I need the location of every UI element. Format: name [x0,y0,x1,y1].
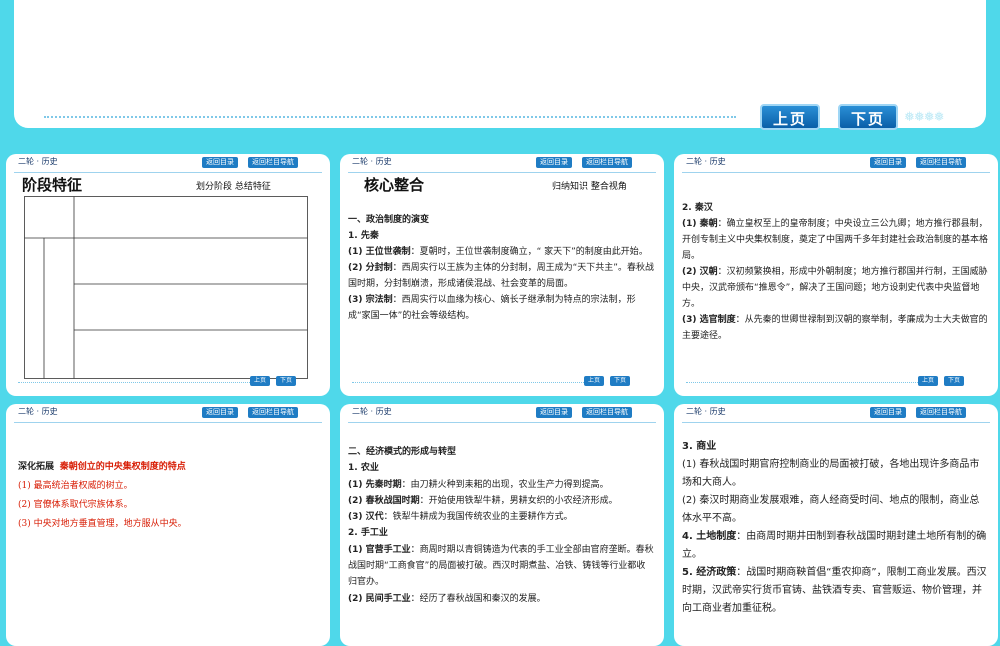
text-line: 3. 商业 [682,441,717,452]
text-line: (2) 民间手工业：经历了春秋战国和秦汉的发展。 [348,593,546,604]
text-line: (2) 分封制：西周实行以王族为主体的分封制，周王成为“天下共主”。春秋战国时期… [348,263,654,289]
mini-prev-button[interactable]: 上页 [918,376,938,386]
breadcrumb: 二轮 · 历史 [18,157,58,166]
back-to-contents-button[interactable]: 返回目录 [870,157,906,168]
text-line: (1) 春秋战国时期官府控制商业的局面被打破，各地出现许多商品市场和大商人。 [682,459,980,488]
mini-prev-button[interactable]: 上页 [584,376,604,386]
snowflake-icon: ❅❅❅❅ [904,110,945,125]
slide-economy: 二轮 · 历史 返回目录 返回栏目导航 二、经济模式的形成与转型 1. 农业 (… [340,404,664,646]
slide-qin-han: 二轮 · 历史 返回目录 返回栏目导航 2. 秦汉 (1) 秦朝：确立皇权至上的… [674,154,998,396]
text-line: 二、经济模式的形成与转型 [348,447,457,457]
text-line: 5. 经济政策：战国时期商鞅首倡“重农抑商”，限制工商业发展。西汉时期，汉武帝实… [682,567,987,614]
text-line: 深化拓展 秦朝创立的中央集权制度的特点 [18,462,186,472]
next-page-button[interactable]: 下页 [838,104,898,130]
back-to-contents-button[interactable]: 返回目录 [870,407,906,418]
slide-title: 核心整合 [364,176,425,194]
text-line: (1) 最高统治者权威的树立。 [18,481,133,491]
breadcrumb: 二轮 · 历史 [18,407,58,416]
text-line: 1. 农业 [348,463,379,474]
slide-deepen-extension: 二轮 · 历史 返回目录 返回栏目导航 深化拓展 秦朝创立的中央集权制度的特点 … [6,404,330,646]
slide-subtitle: 划分阶段 总结特征 [196,182,271,192]
back-to-contents-button[interactable]: 返回目录 [202,407,238,418]
slide-body: 2. 秦汉 (1) 秦朝：确立皇权至上的皇帝制度；中央设立三公九卿；地方推行郡县… [682,200,988,344]
text-line: (1) 先秦时期：由刀耕火种到耒耜的出现，农业生产力得到提高。 [348,479,609,490]
text-line: 1. 先秦 [348,231,379,241]
text-line: (1) 官营手工业：商周时期以青铜铸造为代表的手工业全部由官府垄断。春秋战国时期… [348,544,654,588]
breadcrumb: 二轮 · 历史 [352,157,392,166]
empty-table [24,196,308,379]
back-to-contents-button[interactable]: 返回目录 [536,157,572,168]
back-to-nav-button[interactable]: 返回栏目导航 [248,407,298,418]
text-line: (2) 官僚体系取代宗族体系。 [18,500,133,510]
mini-next-button[interactable]: 下页 [610,376,630,386]
mini-prev-button[interactable]: 上页 [250,376,270,386]
text-line: (2) 秦汉时期商业发展艰难，商人经商受时间、地点的限制，商业总体水平不高。 [682,495,980,524]
slide-body: 3. 商业 (1) 春秋战国时期官府控制商业的局面被打破，各地出现许多商品市场和… [682,438,988,618]
text-line: (2) 汉朝：汉初频繁换相，形成中外朝制度；地方推行郡国并行制，王国威胁中央，汉… [682,267,988,309]
prev-page-button[interactable]: 上页 [760,104,820,130]
slide-stage-features: 二轮 · 历史 返回目录 返回栏目导航 阶段特征 划分阶段 总结特征 上页 下页 [6,154,330,396]
text-line: (1) 秦朝：确立皇权至上的皇帝制度；中央设立三公九卿；地方推行郡县制，开创专制… [682,219,989,261]
mini-next-button[interactable]: 下页 [276,376,296,386]
mini-next-button[interactable]: 下页 [944,376,964,386]
breadcrumb: 二轮 · 历史 [686,407,726,416]
back-to-contents-button[interactable]: 返回目录 [202,157,238,168]
slide-body: 二、经济模式的形成与转型 1. 农业 (1) 先秦时期：由刀耕火种到耒耜的出现，… [348,444,654,607]
text-line: (3) 中央对地方垂直管理，地方服从中央。 [18,519,187,529]
text-line: 一、政治制度的演变 [348,215,430,225]
breadcrumb: 二轮 · 历史 [686,157,726,166]
text-line: 2. 手工业 [348,528,388,539]
slide-subtitle: 归纳知识 整合视角 [552,182,627,192]
slide-body: 一、政治制度的演变 1. 先秦 (1) 王位世袭制：夏朝时，王位世袭制度确立，“… [348,212,654,324]
text-line: (3) 选官制度：从先秦的世卿世禄制到汉朝的察举制，孝廉成为士大夫做官的主要途径… [682,315,988,341]
back-to-nav-button[interactable]: 返回栏目导航 [582,157,632,168]
slide-title: 阶段特征 [22,176,83,194]
text-line: (3) 宗法制：西周实行以血缘为核心、嫡长子继承制为特点的宗法制，形成“家国一体… [348,295,636,321]
breadcrumb: 二轮 · 历史 [352,407,392,416]
text-line: (1) 王位世袭制：夏朝时，王位世袭制度确立，“ 家天下”的制度由此开始。 [348,247,648,257]
slide-core-integration: 二轮 · 历史 返回目录 返回栏目导航 核心整合 归纳知识 整合视角 一、政治制… [340,154,664,396]
text-line: 2. 秦汉 [682,203,713,213]
slide-body: 深化拓展 秦朝创立的中央集权制度的特点 (1) 最高统治者权威的树立。 (2) … [18,458,320,534]
back-to-nav-button[interactable]: 返回栏目导航 [248,157,298,168]
back-to-contents-button[interactable]: 返回目录 [536,407,572,418]
text-line: 4. 土地制度：由商周时期井田制到春秋战国时期封建土地所有制的确立。 [682,531,987,560]
back-to-nav-button[interactable]: 返回栏目导航 [916,157,966,168]
back-to-nav-button[interactable]: 返回栏目导航 [916,407,966,418]
text-line: (2) 春秋战国时期：开始使用铁犁牛耕，男耕女织的小农经济形成。 [348,495,618,506]
back-to-nav-button[interactable]: 返回栏目导航 [582,407,632,418]
slide-commerce: 二轮 · 历史 返回目录 返回栏目导航 3. 商业 (1) 春秋战国时期官府控制… [674,404,998,646]
text-line: (3) 汉代：铁犁牛耕成为我国传统农业的主要耕作方式。 [348,512,573,523]
dotted-divider [44,116,736,118]
